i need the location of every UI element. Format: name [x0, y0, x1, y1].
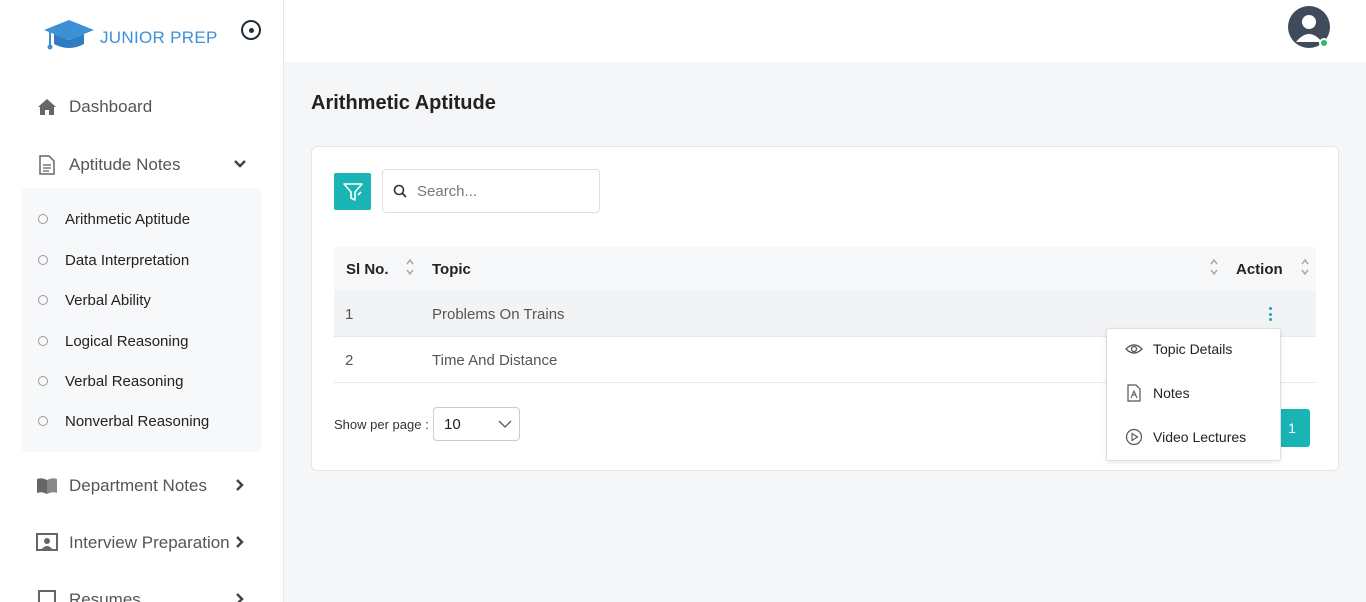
submenu-item-logical-reasoning[interactable]: Logical Reasoning: [38, 330, 188, 352]
menu-item-label: Video Lectures: [1153, 429, 1247, 445]
submenu-item-nonverbal-reasoning[interactable]: Nonverbal Reasoning: [38, 410, 209, 432]
filter-icon: [342, 182, 363, 201]
submenu-item-arithmetic-aptitude[interactable]: Arithmetic Aptitude: [38, 208, 190, 230]
sidebar-item-interview-preparation[interactable]: Interview Preparation: [36, 528, 256, 558]
search-input[interactable]: [417, 182, 587, 200]
aptitude-submenu: Arithmetic Aptitude Data Interpretation …: [22, 188, 262, 452]
per-page-select[interactable]: 10: [433, 407, 520, 441]
sort-icon[interactable]: [1209, 257, 1219, 277]
cell-sl-no: 2: [345, 352, 354, 369]
bullet-circle-icon: [38, 255, 48, 265]
bullet-circle-icon: [38, 416, 48, 426]
sidebar-item-resumes[interactable]: Resumes: [36, 585, 256, 602]
sidebar-toggle-button[interactable]: [241, 20, 261, 40]
cell-topic: Time And Distance: [432, 352, 558, 369]
play-icon: [1125, 428, 1143, 446]
submenu-item-data-interpretation[interactable]: Data Interpretation: [38, 249, 189, 271]
presenter-icon: [36, 532, 58, 554]
submenu-label: Data Interpretation: [65, 251, 190, 269]
chevron-right-icon: [236, 479, 244, 491]
sidebar-item-department-notes[interactable]: Department Notes: [36, 471, 256, 501]
resume-icon: [36, 589, 58, 602]
search-field[interactable]: [382, 169, 600, 213]
menu-item-topic-details[interactable]: Topic Details: [1125, 338, 1232, 360]
online-status-icon: [1319, 38, 1329, 48]
submenu-label: Logical Reasoning: [65, 332, 189, 350]
home-icon: [36, 96, 58, 118]
document-icon: [36, 154, 58, 176]
submenu-item-verbal-reasoning[interactable]: Verbal Reasoning: [38, 370, 183, 392]
sidebar-item-label: Interview Preparation: [69, 533, 230, 552]
search-icon: [393, 184, 407, 198]
sort-icon[interactable]: [1300, 257, 1310, 277]
brand-name: JUNIOR PREP: [100, 28, 218, 47]
action-dropdown-menu: Topic Details Notes Video Lectures: [1106, 328, 1281, 461]
eye-icon: [1125, 340, 1143, 358]
menu-item-label: Topic Details: [1153, 341, 1233, 357]
chevron-right-icon: [236, 536, 244, 548]
sidebar-item-label: Resumes: [69, 590, 141, 602]
chevron-down-icon: [498, 420, 512, 428]
submenu-item-verbal-ability[interactable]: Verbal Ability: [38, 289, 151, 311]
menu-item-notes[interactable]: Notes: [1125, 382, 1190, 404]
bullet-circle-icon: [38, 295, 48, 305]
toggle-dot-icon: [248, 27, 254, 33]
bullet-circle-icon: [38, 214, 48, 224]
sidebar-item-aptitude-notes[interactable]: Aptitude Notes: [36, 150, 256, 180]
per-page-label: Show per page :: [334, 417, 429, 432]
menu-item-video-lectures[interactable]: Video Lectures: [1125, 426, 1246, 448]
sidebar-item-label: Department Notes: [69, 476, 207, 495]
submenu-label: Arithmetic Aptitude: [65, 210, 191, 228]
sidebar-item-label: Aptitude Notes: [69, 155, 181, 174]
column-header-action: Action: [1236, 261, 1283, 278]
menu-item-label: Notes: [1153, 385, 1190, 401]
bullet-circle-icon: [38, 336, 48, 346]
bullet-circle-icon: [38, 376, 48, 386]
table-header: Sl No. Topic Action: [334, 247, 1316, 291]
chevron-right-icon: [236, 593, 244, 602]
cell-topic: Problems On Trains: [432, 306, 565, 323]
kebab-menu-icon[interactable]: [1266, 307, 1274, 321]
per-page-value: 10: [444, 415, 461, 433]
column-header-topic[interactable]: Topic: [432, 261, 471, 278]
page-title: Arithmetic Aptitude: [311, 92, 496, 114]
sort-icon[interactable]: [405, 257, 415, 277]
book-icon: [36, 475, 58, 497]
submenu-label: Verbal Ability: [65, 291, 151, 309]
top-bar: [284, 0, 1366, 62]
sidebar-item-label: Dashboard: [69, 97, 153, 116]
filter-button[interactable]: [334, 173, 371, 210]
brand-logo[interactable]: JUNIOR PREP: [42, 18, 218, 58]
column-header-sl-no[interactable]: Sl No.: [346, 261, 389, 278]
submenu-label: Nonverbal Reasoning: [65, 412, 210, 430]
sidebar-item-dashboard[interactable]: Dashboard: [36, 92, 256, 122]
pdf-icon: [1125, 384, 1143, 402]
chevron-down-icon: [234, 160, 246, 168]
graduation-cap-icon: [42, 16, 96, 61]
submenu-label: Verbal Reasoning: [65, 372, 184, 390]
cell-sl-no: 1: [345, 306, 354, 323]
